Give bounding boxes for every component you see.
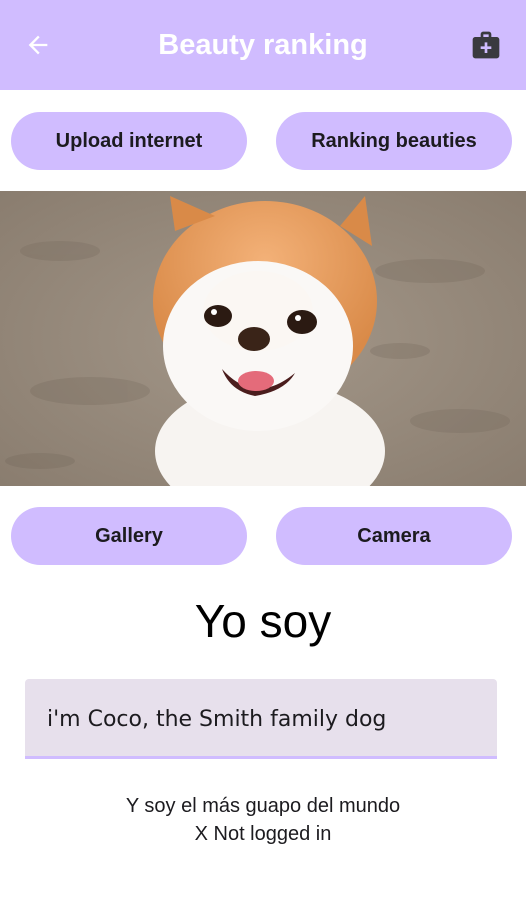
login-status-text: X Not logged in <box>194 823 332 845</box>
medical-case-icon <box>472 31 500 59</box>
description-field <box>25 679 497 759</box>
camera-button[interactable]: Camera <box>276 507 512 565</box>
medical-case-button[interactable] <box>466 26 506 64</box>
upload-internet-button[interactable]: Upload internet <box>11 112 247 170</box>
description-input[interactable] <box>47 699 477 739</box>
app-screen: Beauty ranking Upload internet Ranking b… <box>0 0 526 901</box>
page-title: Beauty ranking <box>158 29 368 61</box>
gallery-button[interactable]: Gallery <box>11 507 247 565</box>
result-text: Y soy el más guapo del mundo <box>125 795 401 817</box>
app-bar: Beauty ranking <box>0 0 526 90</box>
dog-photo <box>0 191 526 486</box>
ranking-beauties-button[interactable]: Ranking beauties <box>276 112 512 170</box>
heading-yo-soy: Yo soy <box>194 595 332 647</box>
